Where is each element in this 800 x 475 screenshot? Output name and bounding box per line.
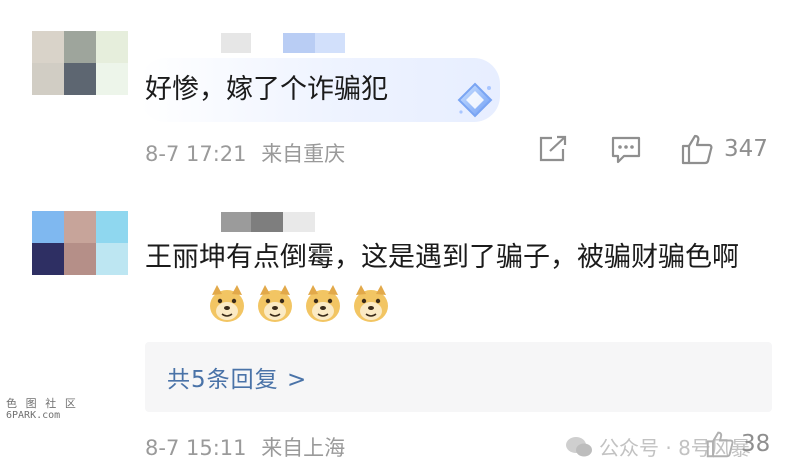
avatar-tile [96, 243, 128, 275]
site-url-text: 6PARK.com [6, 410, 61, 421]
doge-emoji-icon [210, 285, 244, 322]
avatar-tile [32, 211, 64, 243]
doge-emoji-icon [354, 285, 388, 322]
emoji-row [206, 283, 392, 325]
avatar-tile [64, 63, 96, 95]
avatar-tile [64, 31, 96, 63]
replies-panel[interactable]: 共5条回复 > [145, 342, 772, 412]
username-blurred[interactable] [221, 33, 345, 53]
view-replies-link[interactable]: 共5条回复 > [167, 360, 307, 394]
avatar-tile [32, 243, 64, 275]
comment-meta: 8-7 15:11 来自上海 [145, 432, 345, 462]
avatar-tile [64, 211, 96, 243]
avatar-tile [64, 243, 96, 275]
comment-icon [611, 136, 641, 164]
avatar[interactable] [32, 211, 128, 275]
doge-emoji-icon [258, 285, 292, 322]
thumbs-up-icon [706, 431, 734, 458]
comment-meta: 8-7 17:21 来自重庆 [145, 138, 345, 168]
wechat-icon [566, 436, 592, 456]
comment-text: 好惨，嫁了个诈骗犯 [145, 74, 388, 105]
thumbs-up-icon [681, 134, 713, 165]
comment-location: 来自重庆 [261, 142, 346, 166]
share-button[interactable] [538, 135, 568, 163]
avatar-tile [32, 63, 64, 95]
share-icon [539, 135, 567, 162]
diamond-badge-icon [457, 82, 493, 118]
avatar-tile [96, 63, 128, 95]
comment-location: 来自上海 [261, 436, 346, 460]
partial-like-count: 38 [705, 430, 770, 458]
like-count: 347 [724, 136, 768, 162]
like-button[interactable]: 347 [680, 133, 768, 165]
username-blurred[interactable] [221, 212, 315, 232]
comment-text: 王丽坤有点倒霉，这是遇到了骗子，被骗财骗色啊 [145, 242, 739, 273]
avatar-tile [96, 31, 128, 63]
site-logo-text: 色 图 社 区 [6, 397, 77, 410]
comment-time: 8-7 17:21 [145, 142, 247, 166]
doge-emoji-icon [306, 285, 340, 322]
like-count: 38 [741, 431, 771, 457]
comment-button[interactable] [610, 135, 642, 165]
avatar[interactable] [32, 31, 128, 95]
comment-time: 8-7 15:11 [145, 436, 247, 460]
site-watermark: 色 图 社 区 6PARK.com [6, 398, 77, 422]
avatar-tile [32, 31, 64, 63]
avatar-tile [96, 211, 128, 243]
